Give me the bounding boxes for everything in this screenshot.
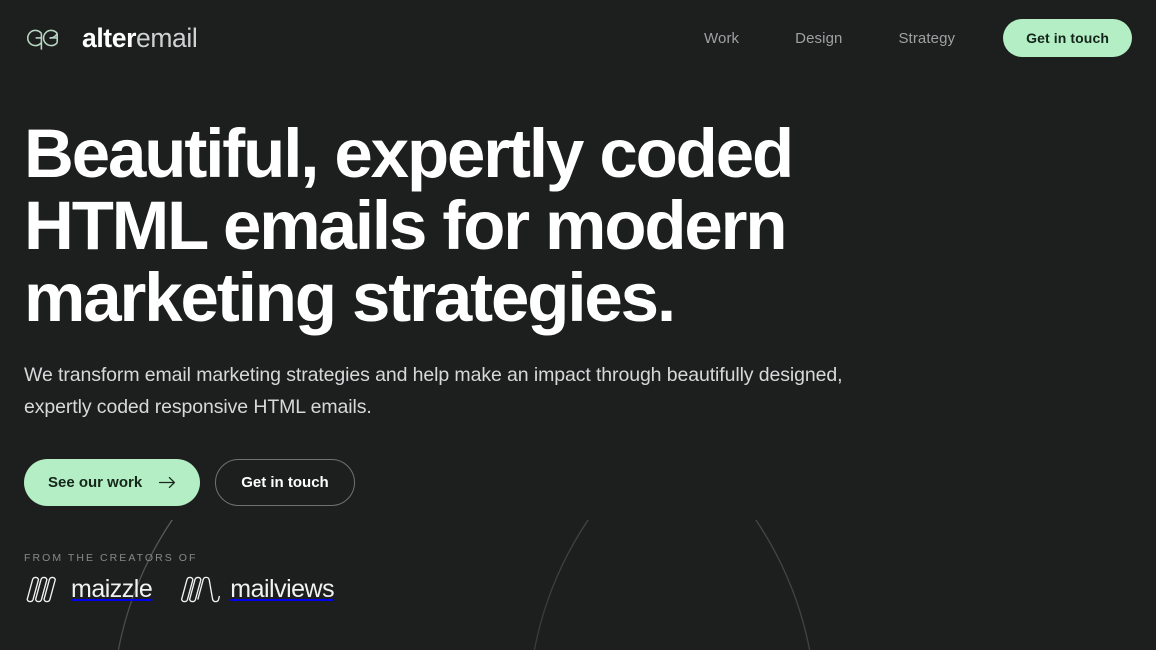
nav-item-strategy[interactable]: Strategy <box>898 22 955 55</box>
nav-item-design[interactable]: Design <box>795 22 842 55</box>
nav-item-work[interactable]: Work <box>704 22 739 55</box>
hero-section: Beautiful, expertly coded HTML emails fo… <box>0 0 1156 603</box>
see-our-work-label: See our work <box>48 474 143 492</box>
hero-get-in-touch-button[interactable]: Get in touch <box>215 459 355 507</box>
mailviews-mark-icon <box>181 577 221 603</box>
brand-wordmark: alter email <box>82 22 198 53</box>
see-our-work-button[interactable]: See our work <box>24 459 201 507</box>
creators-strip: From the creators of maizzle <box>24 552 1132 603</box>
maizzle-mark-icon <box>26 577 56 603</box>
landing-page: alter email Work Design Strategy Get in t… <box>0 0 1156 650</box>
brand-logo[interactable]: alter email <box>24 22 198 53</box>
hero-cta-row: See our work Get in touch <box>24 459 1132 507</box>
creator-logo-maizzle[interactable]: maizzle <box>24 574 153 603</box>
brand-word-bold: alter <box>82 22 136 53</box>
brand-word-light: email <box>135 22 198 53</box>
header-get-in-touch-button[interactable]: Get in touch <box>1003 19 1132 57</box>
arrow-right-icon <box>159 477 176 489</box>
creator-logo-mailviews[interactable]: mailviews <box>179 574 335 603</box>
alteremail-monogram-icon <box>27 29 58 50</box>
site-header: alter email Work Design Strategy Get in t… <box>0 0 1156 76</box>
creators-label: From the creators of <box>24 552 198 565</box>
creator-name-mailviews: mailviews <box>230 574 335 603</box>
main-navigation: Work Design Strategy Get in touch <box>704 19 1132 57</box>
hero-subheadline: We transform email marketing strategies … <box>24 364 843 418</box>
creator-name-maizzle: maizzle <box>71 574 153 603</box>
hero-headline: Beautiful, expertly coded HTML emails fo… <box>24 115 794 337</box>
creators-logo-list: maizzle mailviews <box>24 575 1132 603</box>
